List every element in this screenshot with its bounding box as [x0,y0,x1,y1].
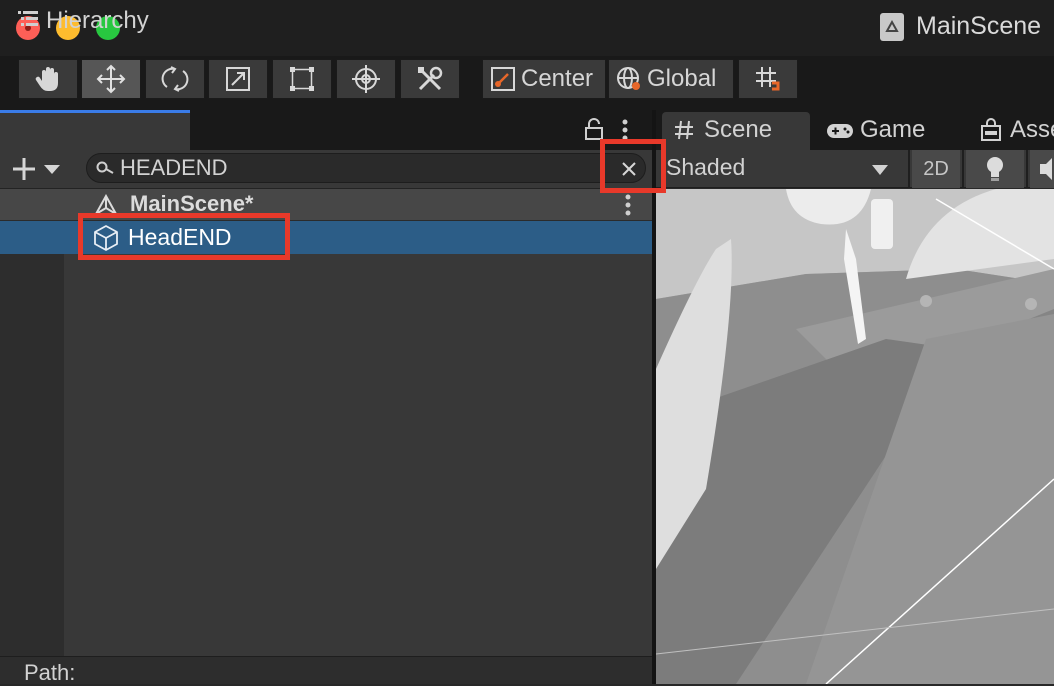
globe-icon [617,67,640,90]
scale-tool-button[interactable] [208,59,268,99]
list-icon [18,10,38,28]
lightbulb-icon [987,157,1003,181]
lock-icon[interactable] [584,118,604,140]
tab-hierarchy[interactable] [0,110,190,150]
tab-hierarchy-label: Hierarchy [46,7,149,34]
pivot-rotation-toggle[interactable]: Global [608,59,734,99]
asset-store-icon [980,118,1002,142]
create-dropdown-button[interactable] [10,153,66,185]
mode-2d-toggle[interactable]: 2D [912,150,960,188]
scene-viewport[interactable] [656,189,1054,684]
scene-render [656,189,1054,684]
hand-tool-button[interactable] [18,59,78,99]
transform-tool-button[interactable] [336,59,396,99]
main-toolbar: Center Global [0,56,1054,110]
highlight-clear-search [600,139,666,193]
pivot-rotation-label: Global [647,65,717,92]
rect-transform-icon [290,67,314,91]
grid-snap-button[interactable] [738,59,798,99]
toolbar-divider [1026,150,1028,188]
pivot-center-icon [491,67,515,91]
search-icon [96,160,114,176]
search-input-value[interactable]: HEADEND [120,155,228,181]
move-arrows-icon [96,64,126,94]
pivot-mode-label: Center [521,65,594,92]
speaker-icon [1040,158,1052,180]
scene-audio-toggle[interactable] [1030,150,1054,188]
tools-icon [418,66,443,91]
transform-icon [352,65,380,93]
move-tool-button[interactable] [81,59,141,99]
scene-lighting-toggle[interactable] [966,150,1024,188]
highlight-headend-object [78,213,290,260]
pivot-mode-toggle[interactable]: Center [482,59,606,99]
gamepad-icon [826,122,854,140]
shading-mode-label: Shaded [666,154,746,180]
tab-scene-label: Scene [704,116,773,143]
path-bar [0,656,652,684]
chevron-down-icon [872,162,888,175]
mode-2d-label: 2D [923,157,949,180]
rotate-tool-button[interactable] [145,59,205,99]
toolbar-divider [962,150,964,188]
hand-icon [35,67,58,91]
toolbar-divider [908,150,910,188]
scene-menu-icon[interactable] [621,193,635,217]
custom-tool-button[interactable] [400,59,460,99]
grid-snap-icon [756,67,780,91]
tab-asset-store-label[interactable]: Asse [1010,116,1054,144]
rect-tool-button[interactable] [272,59,332,99]
unity-document-icon [880,13,904,41]
hierarchy-gutter [0,189,64,656]
path-label: Path: [24,660,76,685]
rotate-icon [161,66,189,92]
grid-hash-icon [674,119,694,141]
scale-icon [226,67,250,91]
tab-game-label[interactable]: Game [860,116,925,144]
window-title: MainScene [916,12,1042,40]
